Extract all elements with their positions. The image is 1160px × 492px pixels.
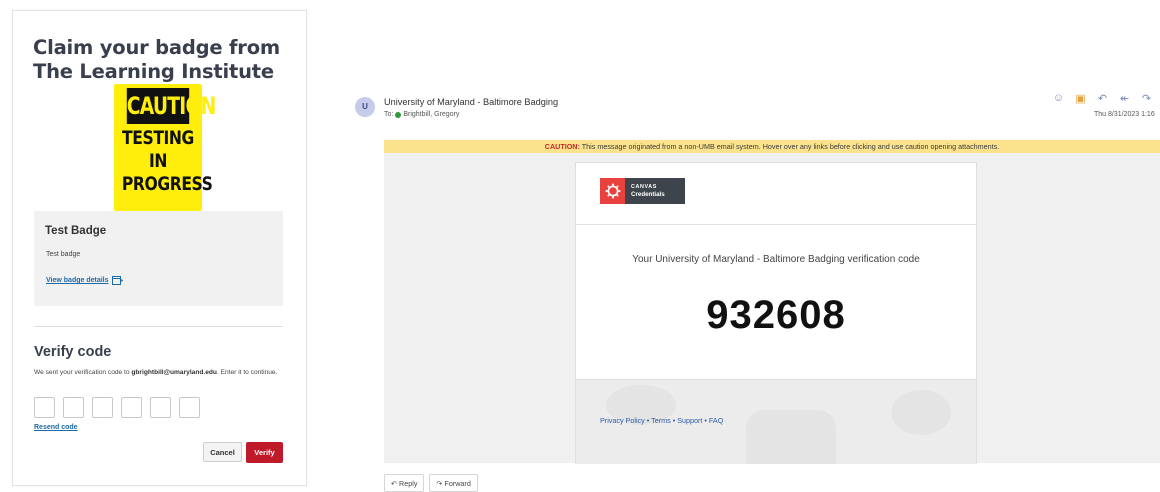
verify-code-heading: Verify code — [34, 344, 112, 360]
footer-links: Privacy Policy • Terms • Support • FAQ — [600, 416, 724, 425]
caution-label: CAUTION: — [544, 142, 580, 151]
support-link[interactable]: Support — [677, 416, 702, 425]
reply-button[interactable]: ↶ Reply — [384, 474, 425, 492]
recipient-name[interactable]: Brightbill, Gregory — [403, 111, 459, 118]
email-sender[interactable]: University of Maryland - Baltimore Badgi… — [384, 97, 558, 107]
code-digit-2[interactable] — [63, 397, 84, 418]
badge-image-caution-text: CAUTION — [126, 88, 216, 124]
footer-decoration — [746, 410, 836, 464]
canvas-credentials-logo: CANVAS Credentials — [600, 178, 685, 204]
badge-description: Test badge — [46, 251, 81, 258]
badge-name: Test Badge — [45, 225, 107, 237]
canvas-logo-icon — [600, 178, 625, 204]
email-date: Thu 8/31/2023 1:16 — [1094, 111, 1155, 118]
reply-arrow-icon: ↶ — [391, 478, 398, 488]
sender-avatar: U — [355, 97, 375, 117]
reply-forward-row: ↶ Reply ↷ Forward — [384, 474, 478, 492]
cancel-button[interactable]: Cancel — [203, 442, 242, 462]
verify-instructions: We sent your verification code to gbrigh… — [34, 369, 278, 376]
section-divider — [34, 326, 283, 327]
code-digit-1[interactable] — [34, 397, 55, 418]
terms-link[interactable]: Terms — [651, 416, 671, 425]
verification-message: Your University of Maryland - Baltimore … — [632, 254, 920, 265]
email-action-bar: ☺ ▣ ↶ ↞ ↷ — [1051, 92, 1154, 105]
sticky-note-icon[interactable]: ▣ — [1073, 92, 1088, 105]
canvas-logo-text: CANVAS Credentials — [625, 178, 685, 204]
claim-title: Claim your badge from The Learning Insti… — [33, 36, 281, 83]
privacy-policy-link[interactable]: Privacy Policy — [600, 416, 645, 425]
code-digit-4[interactable] — [121, 397, 142, 418]
footer-decoration — [891, 390, 951, 435]
forward-icon[interactable]: ↷ — [1139, 92, 1154, 105]
emoji-reaction-icon[interactable]: ☺ — [1051, 92, 1066, 105]
email-footer: Privacy Policy • Terms • Support • FAQ — [576, 379, 976, 464]
resend-code-link[interactable]: Resend code — [34, 424, 78, 431]
code-digit-3[interactable] — [92, 397, 113, 418]
forward-arrow-icon: ↷ — [436, 478, 443, 488]
code-digit-5[interactable] — [150, 397, 171, 418]
card-divider — [576, 224, 976, 225]
reply-all-icon[interactable]: ↞ — [1117, 92, 1132, 105]
view-badge-details-link[interactable]: View badge details — [46, 276, 123, 285]
badge-image: CAUTION TESTING IN PROGRESS — [114, 84, 216, 211]
forward-button[interactable]: ↷ Forward — [429, 474, 478, 492]
verify-email: gbrightbill@umaryland.edu — [131, 369, 217, 376]
code-digit-6[interactable] — [179, 397, 200, 418]
open-panel-icon — [111, 276, 123, 285]
email-recipient: To: Brightbill, Gregory — [384, 111, 460, 118]
badge-image-testing-text: TESTING IN PROGRESS — [121, 127, 213, 195]
external-caution-banner: CAUTION: This message originated from a … — [384, 140, 1160, 153]
email-card: CANVAS Credentials Your University of Ma… — [575, 162, 977, 464]
presence-available-icon — [395, 111, 402, 118]
verification-code: 932608 — [706, 293, 846, 337]
verify-button[interactable]: Verify — [246, 442, 283, 463]
faq-link[interactable]: FAQ — [709, 416, 723, 425]
claim-badge-panel: Claim your badge from The Learning Insti… — [12, 10, 307, 486]
badge-info-box: Test Badge Test badge View badge details — [34, 211, 283, 306]
reply-icon[interactable]: ↶ — [1095, 92, 1110, 105]
code-inputs — [34, 397, 200, 418]
